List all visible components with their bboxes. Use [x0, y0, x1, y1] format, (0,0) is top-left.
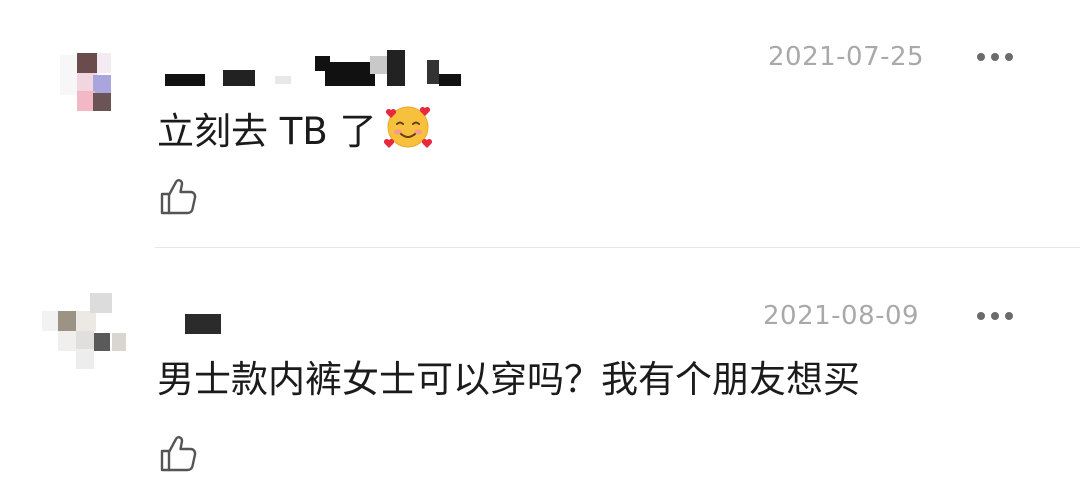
comment-item: 2021-07-25 立刻去 TB 了: [0, 0, 1080, 248]
comment-item: 2021-08-09 男士款内裤女士可以穿吗？我有个朋友想买: [0, 248, 1080, 492]
more-dots-icon[interactable]: [977, 51, 1017, 63]
more-dots-icon[interactable]: [977, 310, 1017, 322]
comment-date: 2021-08-09: [763, 301, 920, 331]
comment-text: 立刻去 TB 了: [157, 102, 433, 154]
thumbs-up-outline-icon[interactable]: [158, 432, 200, 474]
thumbs-up-outline-icon[interactable]: [158, 175, 200, 217]
username-redacted[interactable]: [165, 50, 465, 86]
comment-date: 2021-07-25: [768, 42, 925, 72]
smiling-face-with-hearts-emoji: [383, 106, 432, 148]
username-redacted[interactable]: [185, 310, 225, 346]
comment-text: 男士款内裤女士可以穿吗？我有个朋友想买: [157, 358, 860, 401]
avatar[interactable]: [55, 35, 135, 115]
avatar[interactable]: [42, 293, 126, 373]
comment-text-content: 立刻去 TB 了: [157, 110, 377, 153]
